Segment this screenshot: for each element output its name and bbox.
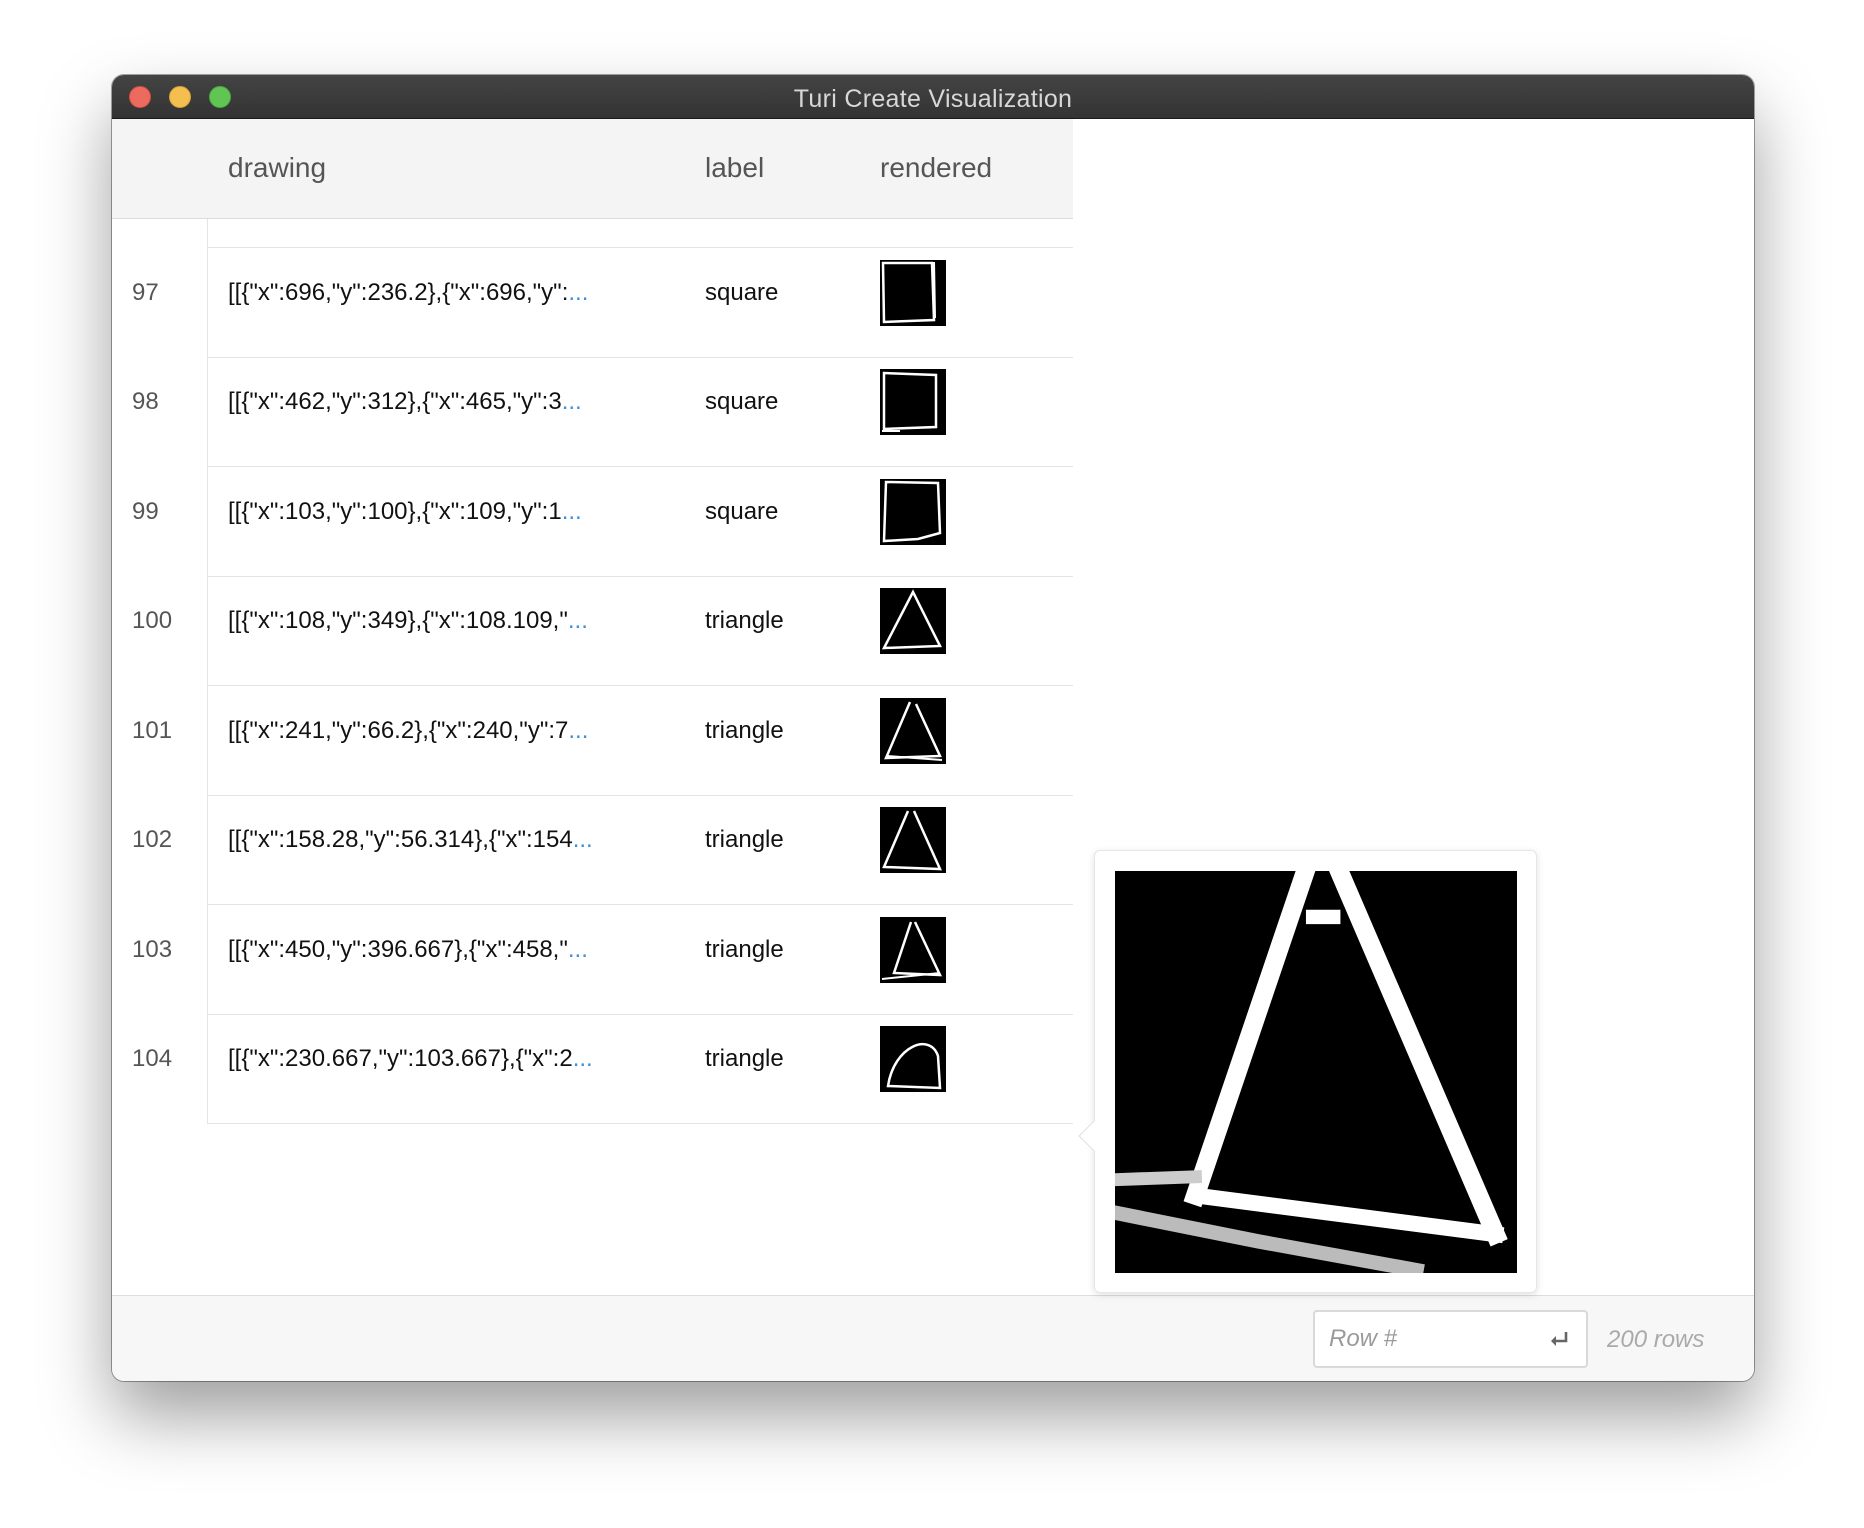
expand-ellipsis[interactable]: ... (562, 498, 582, 525)
rendered-thumbnail[interactable] (880, 698, 946, 764)
expand-ellipsis[interactable]: ... (562, 388, 582, 415)
label-cell: triangle (705, 606, 784, 634)
expand-ellipsis[interactable]: ... (573, 826, 593, 853)
return-arrow-icon[interactable] (1544, 1324, 1574, 1354)
drawing-value: [[{"x":696,"y":236.2},{"x":696,"y": (228, 278, 569, 306)
rendered-thumbnail[interactable] (880, 260, 946, 326)
label-cell: triangle (705, 825, 784, 853)
expand-ellipsis[interactable]: ... (568, 607, 588, 634)
rendered-thumbnail[interactable] (880, 588, 946, 654)
row-index: 100 (132, 607, 173, 634)
column-header-drawing[interactable]: drawing (228, 152, 326, 184)
drawing-value: [[{"x":450,"y":396.667},{"x":458," (228, 935, 568, 963)
row-index: 99 (132, 498, 159, 525)
data-table[interactable]: drawing label rendered 96[[{"x":325.333,… (112, 119, 1073, 1295)
label-cell: square (705, 278, 779, 306)
drawing-value: [[{"x":462,"y":312},{"x":465,"y":3 (228, 387, 562, 415)
rendered-thumbnail[interactable] (880, 479, 946, 545)
enlarged-rendered-image (1115, 871, 1517, 1273)
expand-ellipsis[interactable]: ... (568, 279, 588, 306)
label-cell: square (705, 387, 779, 415)
drawing-cell: [[{"x":230.667,"y":103.667},{"x":2... (228, 1045, 593, 1073)
drawing-value: [[{"x":241,"y":66.2},{"x":240,"y":7 (228, 716, 569, 744)
expand-ellipsis[interactable]: ... (573, 1045, 593, 1072)
drawing-value: [[{"x":103,"y":100},{"x":109,"y":1 (228, 497, 562, 525)
popover-arrow (1078, 1120, 1110, 1152)
image-preview-popover (1078, 850, 1537, 1293)
column-header-label[interactable]: label (705, 152, 764, 184)
app-window: Turi Create Visualization drawing label … (112, 75, 1754, 1381)
drawing-cell: [[{"x":696,"y":236.2},{"x":696,"y":... (228, 279, 588, 307)
row-index: 103 (132, 936, 173, 963)
rendered-thumbnail[interactable] (880, 917, 946, 983)
column-header-rendered[interactable]: rendered (880, 152, 992, 184)
row-index: 102 (132, 826, 173, 853)
drawing-cell: [[{"x":108,"y":349},{"x":108.109,"... (228, 607, 588, 635)
expand-ellipsis[interactable]: ... (568, 717, 588, 744)
row-index: 101 (132, 717, 173, 744)
rendered-thumbnail[interactable] (880, 807, 946, 873)
row-index: 97 (132, 279, 159, 306)
title-bar: Turi Create Visualization (112, 75, 1754, 119)
label-cell: triangle (705, 935, 784, 963)
drawing-value: [[{"x":108,"y":349},{"x":108.109," (228, 606, 568, 634)
row-index: 98 (132, 388, 159, 415)
table-row[interactable]: 104 [[{"x":230.667,"y":103.667},{"x":2...… (112, 994, 1073, 1124)
rendered-thumbnail[interactable] (880, 369, 946, 435)
drawing-value: [[{"x":158.28,"y":56.314},{"x":154 (228, 825, 573, 853)
table-header: drawing label rendered (112, 119, 1073, 219)
label-cell: square (705, 497, 779, 525)
window-title: Turi Create Visualization (793, 85, 1073, 113)
row-index-cell: 104 (112, 994, 208, 1124)
label-cell: triangle (705, 1044, 784, 1072)
label-cell: triangle (705, 716, 784, 744)
drawing-cell: [[{"x":158.28,"y":56.314},{"x":154... (228, 826, 593, 854)
drawing-cell: [[{"x":462,"y":312},{"x":465,"y":3... (228, 388, 582, 416)
table-footer: 200 rows (112, 1295, 1754, 1381)
expand-ellipsis[interactable]: ... (568, 936, 588, 963)
drawing-cell: [[{"x":241,"y":66.2},{"x":240,"y":7... (228, 717, 588, 745)
drawing-cell: [[{"x":450,"y":396.667},{"x":458,"... (228, 936, 588, 964)
drawing-value: [[{"x":230.667,"y":103.667},{"x":2 (228, 1044, 573, 1072)
drawing-cell: [[{"x":103,"y":100},{"x":109,"y":1... (228, 498, 582, 526)
row-index: 104 (132, 1045, 173, 1072)
rendered-thumbnail[interactable] (880, 1026, 946, 1092)
row-count: 200 rows (1607, 1326, 1705, 1353)
